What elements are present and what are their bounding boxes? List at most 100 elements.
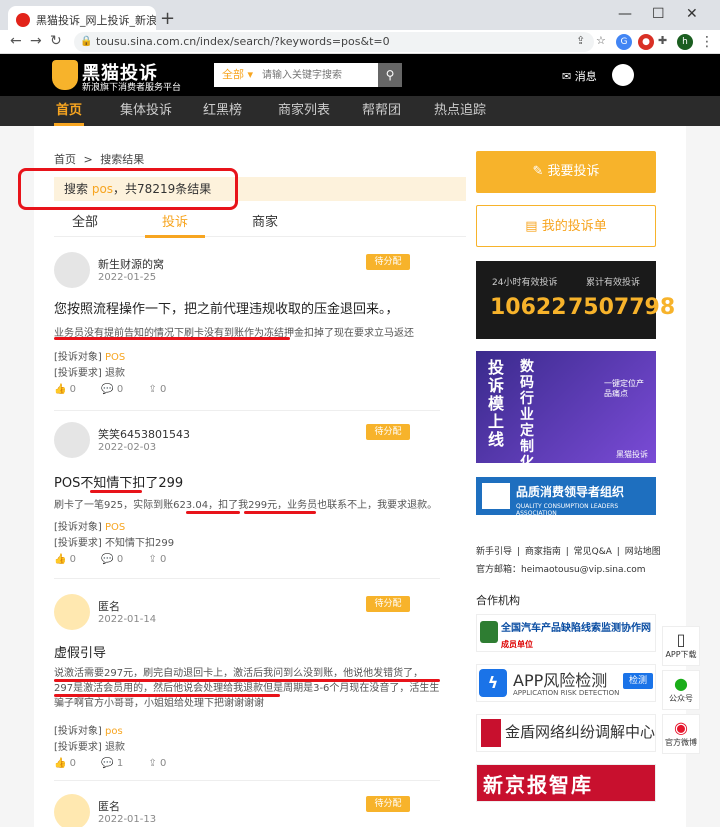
forward-icon[interactable]: → <box>30 33 42 49</box>
cat-logo-icon[interactable] <box>52 60 78 90</box>
wechat-button[interactable]: ● 公众号 <box>662 670 700 710</box>
nav-ranking[interactable]: 红黑榜 <box>203 96 242 126</box>
quality-banner[interactable]: 品质消费领导者组织 QUALITY CONSUMPTION LEADERS AS… <box>476 477 656 517</box>
post-date: 2022-01-14 <box>98 614 157 625</box>
new-tab-icon[interactable]: + <box>160 8 175 29</box>
weibo-button[interactable]: ◉ 官方微博 <box>662 714 700 754</box>
nav-hot-tracking[interactable]: 热点追踪 <box>434 96 486 126</box>
partner-auto-defect[interactable]: 全国汽车产品缺陷线索监测协作网 成员单位 <box>476 614 656 652</box>
user-name: 新生财源的窝 <box>98 258 164 271</box>
tab-title: 黑猫投诉_网上投诉_新浪旗下消费 <box>36 14 156 27</box>
like-icon[interactable]: 👍 0 <box>54 384 76 395</box>
nav-home[interactable]: 首页 <box>53 96 85 126</box>
jindun-logo-icon <box>481 719 501 747</box>
comment-icon[interactable]: 💬 1 <box>101 758 123 769</box>
card-divider <box>54 410 440 411</box>
tab-merchants[interactable]: 商家 <box>252 211 278 230</box>
user-avatar[interactable] <box>612 64 634 86</box>
user-name: 匿名 <box>98 600 120 613</box>
like-icon[interactable]: 👍 0 <box>54 758 76 769</box>
share-icon[interactable]: ⇪ 0 <box>148 758 166 769</box>
complaint-demand: [投诉要求] 退款 <box>54 368 125 379</box>
like-icon[interactable]: 👍 0 <box>54 554 76 565</box>
back-icon[interactable]: ← <box>10 33 22 49</box>
messages-link[interactable]: ✉ 消息 <box>562 68 597 84</box>
browser-tab-bar: 黑猫投诉_网上投诉_新浪旗下消费 ✕ + — ☐ ✕ <box>0 0 720 34</box>
partners-heading: 合作机构 <box>476 594 520 607</box>
breadcrumb-current: 搜索结果 <box>100 153 145 166</box>
share-icon[interactable]: ⇪ 0 <box>148 384 166 395</box>
footer-links: 新手引导 | 商家指南 | 常见Q&A | 网站地图 <box>476 547 661 557</box>
user-name: 笑笑6453801543 <box>98 428 190 441</box>
card-divider <box>54 780 440 781</box>
status-badge: 待分配 <box>366 596 410 612</box>
result-tabs: 全部 投诉 商家 <box>54 207 466 238</box>
complaint-title[interactable]: 虚假引导 <box>54 642 106 661</box>
translate-extension-icon[interactable]: G <box>616 34 632 50</box>
search-icon[interactable]: ⚲ <box>378 63 402 87</box>
post-date: 2022-01-25 <box>98 272 157 283</box>
extensions-puzzle-icon[interactable]: ✚ <box>658 34 667 47</box>
phone-icon: ▯ <box>676 630 686 649</box>
link-merchant-guide[interactable]: 商家指南 <box>525 547 561 557</box>
complaint-title[interactable]: 您按照流程操作一下，把之前代理违规收取的压金退回来。， <box>54 298 399 317</box>
avatar <box>54 794 90 827</box>
stats-panel: 24小时有效投诉 累计有效投诉 10622 7507798 <box>476 261 675 339</box>
breadcrumb-sep: > <box>83 153 93 166</box>
maximize-icon[interactable]: ☐ <box>652 6 665 22</box>
nav-group-complaint[interactable]: 集体投诉 <box>120 96 172 126</box>
app-download-button[interactable]: ▯ APP下载 <box>662 626 700 666</box>
adblock-extension-icon[interactable]: ● <box>638 34 654 50</box>
share-icon[interactable]: ⇪ 0 <box>148 554 166 565</box>
address-bar: ← → ↻ 🔒 tousu.sina.com.cn/index/search/?… <box>0 30 720 54</box>
stat-24h-value: 10622 <box>490 295 567 320</box>
stat-total-value: 7507798 <box>568 295 676 320</box>
my-complaints-button[interactable]: ▤ 我的投诉单 <box>476 205 656 247</box>
detect-button[interactable]: 检测 <box>623 673 653 689</box>
complaint-card[interactable]: 匿名 2022-01-14 待分配 虚假引导 说激活需要297元，刷完自动退回卡… <box>54 594 440 774</box>
tab-all[interactable]: 全部 <box>72 211 98 230</box>
link-newbie-guide[interactable]: 新手引导 <box>476 547 512 557</box>
complaint-card[interactable]: 笑笑6453801543 2022-02-03 待分配 POS不知情下扣了299… <box>54 422 440 582</box>
red-underline <box>54 679 440 682</box>
link-sitemap[interactable]: 网站地图 <box>625 547 661 557</box>
partner-bjnews[interactable]: 新京报智库 <box>476 764 656 802</box>
avatar <box>54 252 90 288</box>
nav-merchants[interactable]: 商家列表 <box>278 96 330 126</box>
comment-icon[interactable]: 💬 0 <box>101 384 123 395</box>
breadcrumb: 首页 > 搜索结果 <box>54 151 148 167</box>
close-window-icon[interactable]: ✕ <box>686 6 698 22</box>
file-complaint-button[interactable]: ✎ 我要投诉 <box>476 151 656 193</box>
logo-subtitle: 新浪旗下消费者服务平台 <box>82 83 182 93</box>
minimize-icon[interactable]: — <box>618 6 632 22</box>
complaint-object: [投诉对象] pos <box>54 726 123 737</box>
complaint-card[interactable]: 新生财源的窝 2022-01-25 待分配 您按照流程操作一下，把之前代理违规收… <box>54 252 440 402</box>
tab-complaints[interactable]: 投诉 <box>162 211 188 230</box>
weibo-icon: ◉ <box>674 718 688 737</box>
red-underline <box>90 490 142 493</box>
complaint-title[interactable]: POS不知情下扣了299 <box>54 472 183 491</box>
avatar <box>54 594 90 630</box>
promo-banner[interactable]: 投诉模上线 数码行业定制化 一键定位产品痛点 黑猫投诉 <box>476 351 656 471</box>
nav-help-group[interactable]: 帮帮团 <box>362 96 401 126</box>
status-badge: 待分配 <box>366 254 410 270</box>
search-input[interactable] <box>262 63 376 87</box>
url-input[interactable]: 🔒 tousu.sina.com.cn/index/search/?keywor… <box>74 32 594 52</box>
link-faq[interactable]: 常见Q&A <box>574 547 612 557</box>
menu-kebab-icon[interactable]: ⋮ <box>700 34 714 50</box>
partner-jindun[interactable]: 金盾网络纠纷调解中心 <box>476 714 656 752</box>
breadcrumb-home[interactable]: 首页 <box>54 153 76 166</box>
red-annotation-box <box>18 168 238 210</box>
complaint-desc: 说激活需要297元，刷完自动退回卡上，激活后我问到么没到账，他说他发错货了，29… <box>54 668 440 709</box>
reload-icon[interactable]: ↻ <box>50 33 62 49</box>
bookmark-star-icon[interactable]: ☆ <box>596 34 606 47</box>
complaint-card[interactable]: 匿名 2022-01-13 待分配 <box>54 794 440 827</box>
status-badge: 待分配 <box>366 424 410 440</box>
search-category-select[interactable]: 全部 ▾ <box>222 63 253 87</box>
complaint-demand: [投诉要求] 退款 <box>54 742 125 753</box>
partner-app-risk[interactable]: ϟ APP风险检测 APPLICATION RISK DETECTION 检测 <box>476 664 656 702</box>
profile-avatar[interactable]: h <box>677 34 693 50</box>
complaint-demand: [投诉要求] 不知情下扣299 <box>54 538 175 549</box>
comment-icon[interactable]: 💬 0 <box>101 554 123 565</box>
share-icon[interactable]: ⇪ <box>576 34 585 47</box>
